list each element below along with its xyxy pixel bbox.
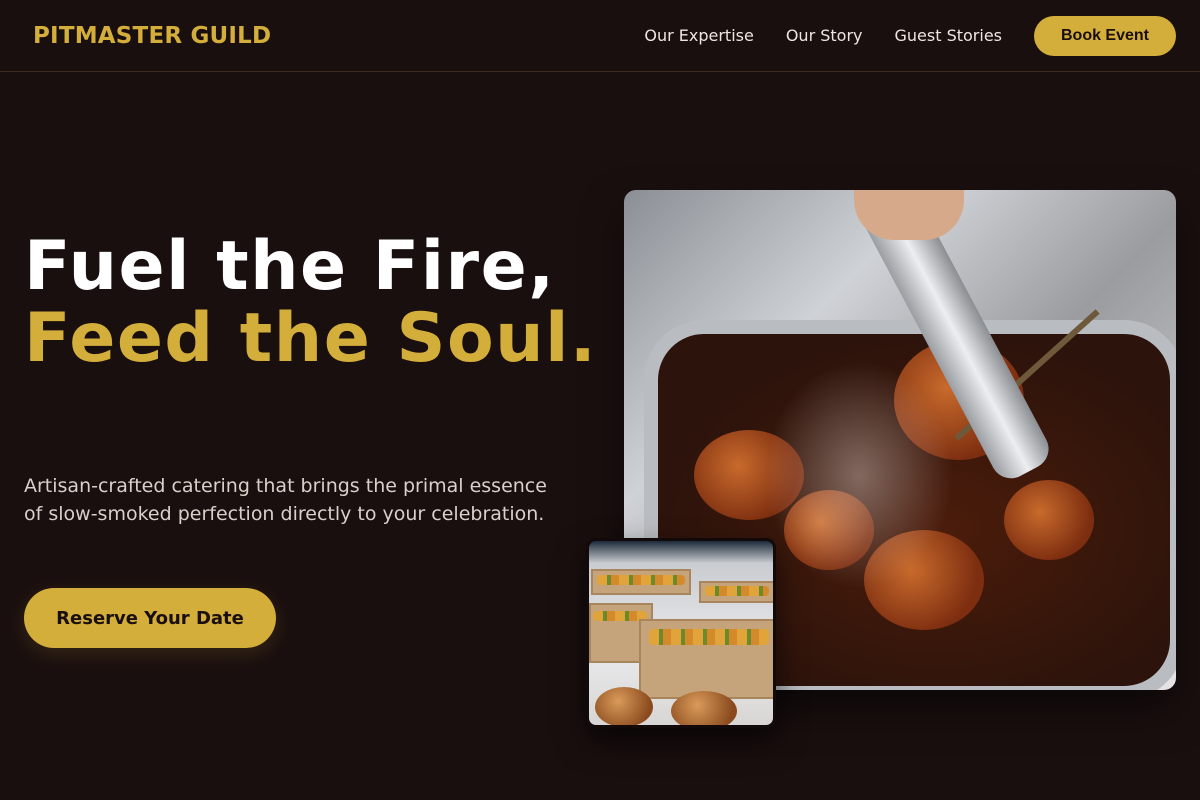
hero-title: Fuel the Fire, Feed the Soul. [24, 231, 604, 375]
site-header: PITMASTER GUILD Our Expertise Our Story … [0, 0, 1200, 72]
hand [854, 190, 964, 240]
hero-title-line1: Fuel the Fire, [24, 227, 556, 306]
reserve-date-button[interactable]: Reserve Your Date [24, 588, 276, 648]
catering-boxes-photo [586, 538, 776, 728]
brand-logo[interactable]: PITMASTER GUILD [33, 23, 271, 49]
meat-piece [1004, 480, 1094, 560]
catering-food [705, 586, 769, 596]
catering-food [649, 629, 769, 645]
catering-food [597, 575, 685, 585]
nav-link-guest-stories[interactable]: Guest Stories [895, 26, 1003, 45]
book-event-button[interactable]: Book Event [1034, 15, 1176, 56]
main-nav: Our Expertise Our Story Guest Stories Bo… [644, 15, 1176, 56]
nav-link-our-expertise[interactable]: Our Expertise [644, 26, 753, 45]
hero-title-line2: Feed the Soul. [24, 299, 598, 378]
nav-link-our-story[interactable]: Our Story [786, 26, 863, 45]
smoke-wisp [764, 360, 954, 590]
croissant [595, 687, 653, 725]
croissant [671, 691, 737, 725]
hero-subtitle: Artisan-crafted catering that brings the… [24, 475, 547, 525]
